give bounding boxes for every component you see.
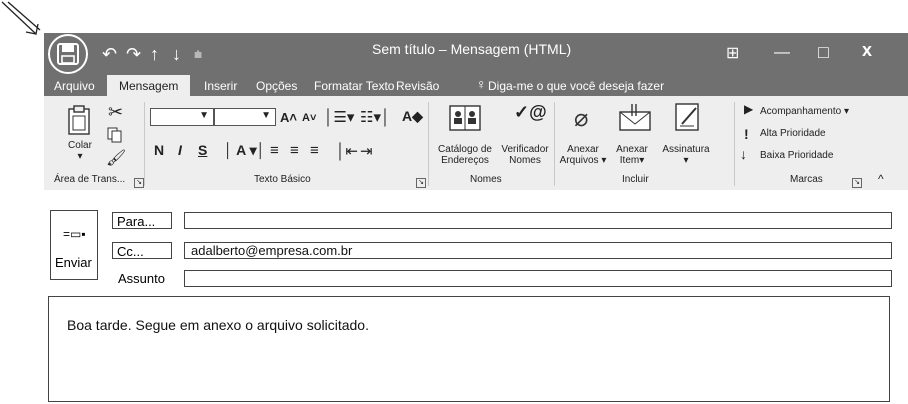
high-importance-icon[interactable]: !: [744, 126, 749, 142]
tab-opcoes[interactable]: Opções: [256, 79, 297, 93]
ribbon-display-options-icon[interactable]: ⊞: [726, 45, 739, 63]
align-center-icon[interactable]: ≡: [290, 142, 299, 159]
clipboard-group-label: Área de Trans...: [54, 174, 126, 185]
save-button[interactable]: [48, 34, 88, 74]
cc-field[interactable]: adalberto@empresa.com.br: [184, 242, 892, 259]
address-book-icon[interactable]: [448, 104, 482, 132]
italic-button[interactable]: I: [178, 142, 182, 158]
format-painter-icon[interactable]: 🖌: [106, 148, 126, 168]
minimize-button[interactable]: —: [774, 44, 790, 62]
customize-qat-icon[interactable]: ⩧: [194, 45, 202, 63]
include-group-label: Incluir: [622, 174, 649, 185]
redo-icon[interactable]: ↷: [126, 45, 141, 63]
lightbulb-icon: ♀: [476, 76, 487, 92]
flag-icon[interactable]: ▶: [744, 102, 753, 116]
down-arrow-icon[interactable]: ↓: [172, 45, 181, 63]
cc-button[interactable]: Cc...: [112, 242, 172, 259]
tab-formatar-texto[interactable]: Formatar Texto: [314, 79, 394, 93]
check-names-button[interactable]: Verificador Nomes: [498, 144, 552, 166]
low-importance-icon[interactable]: ↓: [740, 146, 747, 162]
follow-up-button[interactable]: Acompanhamento ▾: [760, 106, 849, 117]
subject-field[interactable]: [184, 270, 892, 287]
shrink-font-icon[interactable]: A˅: [302, 112, 316, 124]
tab-revisao[interactable]: Revisão: [396, 79, 439, 93]
tell-me-box[interactable]: Diga-me o que você deseja fazer: [488, 79, 664, 93]
send-label: Enviar: [55, 255, 92, 270]
save-icon: [57, 43, 79, 65]
increase-indent-icon[interactable]: ⇥: [360, 142, 373, 160]
subject-label: Assunto: [118, 271, 165, 286]
paste-button-label[interactable]: Colar ▾: [64, 140, 96, 162]
bold-button[interactable]: N: [154, 142, 164, 158]
names-group-label: Nomes: [470, 174, 502, 185]
send-button[interactable]: =▭▪ Enviar: [50, 210, 98, 280]
decrease-indent-icon[interactable]: │⇤: [336, 142, 358, 160]
undo-icon[interactable]: ↶: [102, 45, 117, 63]
high-importance-button[interactable]: Alta Prioridade: [760, 128, 826, 139]
numbering-icon[interactable]: ☷▾│: [360, 108, 390, 126]
bullets-icon[interactable]: │☰▾: [324, 108, 354, 126]
up-arrow-icon[interactable]: ↑: [150, 45, 159, 63]
font-color-button[interactable]: │ A ▾│: [224, 142, 265, 159]
chevron-down-icon: ▼: [261, 110, 271, 121]
chevron-down-icon: ▼: [199, 110, 209, 121]
signature-icon[interactable]: [674, 102, 702, 132]
align-right-icon[interactable]: ≡: [310, 142, 319, 159]
ribbon-tabs: Arquivo Mensagem Inserir Opções Formatar…: [44, 75, 908, 96]
tags-launcher-icon[interactable]: ↘: [852, 178, 862, 188]
address-book-button[interactable]: Catálogo de Endereços: [434, 144, 496, 166]
copy-icon[interactable]: [106, 126, 124, 144]
tab-inserir[interactable]: Inserir: [204, 79, 237, 93]
chevron-down-icon: ▾: [77, 151, 83, 162]
close-button[interactable]: x: [862, 41, 872, 59]
paste-icon[interactable]: [66, 104, 94, 136]
tab-arquivo[interactable]: Arquivo: [54, 79, 95, 93]
basic-text-launcher-icon[interactable]: ↘: [416, 178, 426, 188]
grow-font-icon[interactable]: A˄: [280, 110, 297, 125]
check-names-icon[interactable]: ✓@: [514, 102, 547, 123]
low-importance-button[interactable]: Baixa Prioridade: [760, 150, 833, 161]
font-size-dropdown[interactable]: ▼: [214, 108, 276, 126]
maximize-button[interactable]: □: [818, 43, 829, 61]
collapse-ribbon-icon[interactable]: ^: [878, 172, 884, 186]
to-button[interactable]: Para...: [112, 212, 172, 229]
clear-formatting-icon[interactable]: A◆: [402, 108, 423, 125]
message-body[interactable]: Boa tarde. Segue em anexo o arquivo soli…: [48, 296, 890, 402]
paperclip-icon[interactable]: ⌀: [574, 104, 588, 133]
message-text: Boa tarde. Segue em anexo o arquivo soli…: [67, 317, 369, 333]
signature-button[interactable]: Assinatura ▾: [658, 144, 714, 166]
underline-button[interactable]: S: [198, 142, 207, 158]
ribbon: Colar ▾ ✂ 🖌 Área de Trans... ↘ ▼ ▼ A˄ A˅ …: [44, 96, 908, 191]
basic-text-group-label: Texto Básico: [254, 174, 311, 185]
to-field[interactable]: [184, 212, 892, 229]
send-icon: =▭▪: [63, 227, 86, 241]
cut-icon[interactable]: ✂: [108, 102, 123, 123]
tab-mensagem[interactable]: Mensagem: [107, 75, 191, 96]
attach-file-button[interactable]: Anexar Arquivos ▾: [558, 144, 608, 166]
tags-group-label: Marcas: [790, 174, 823, 185]
title-bar: ↶ ↷ ↑ ↓ ⩧ Sem título – Mensagem (HTML) ⊞…: [44, 33, 908, 75]
compose-area: =▭▪ Enviar Para... Cc... adalberto@empre…: [44, 190, 908, 404]
attach-item-icon[interactable]: [618, 102, 652, 132]
align-left-icon[interactable]: ≡: [270, 142, 279, 159]
clipboard-launcher-icon[interactable]: ↘: [134, 178, 144, 188]
window-title: Sem título – Mensagem (HTML): [372, 41, 572, 57]
font-dropdown[interactable]: ▼: [150, 108, 214, 126]
attach-item-button[interactable]: Anexar Item▾: [612, 144, 652, 166]
